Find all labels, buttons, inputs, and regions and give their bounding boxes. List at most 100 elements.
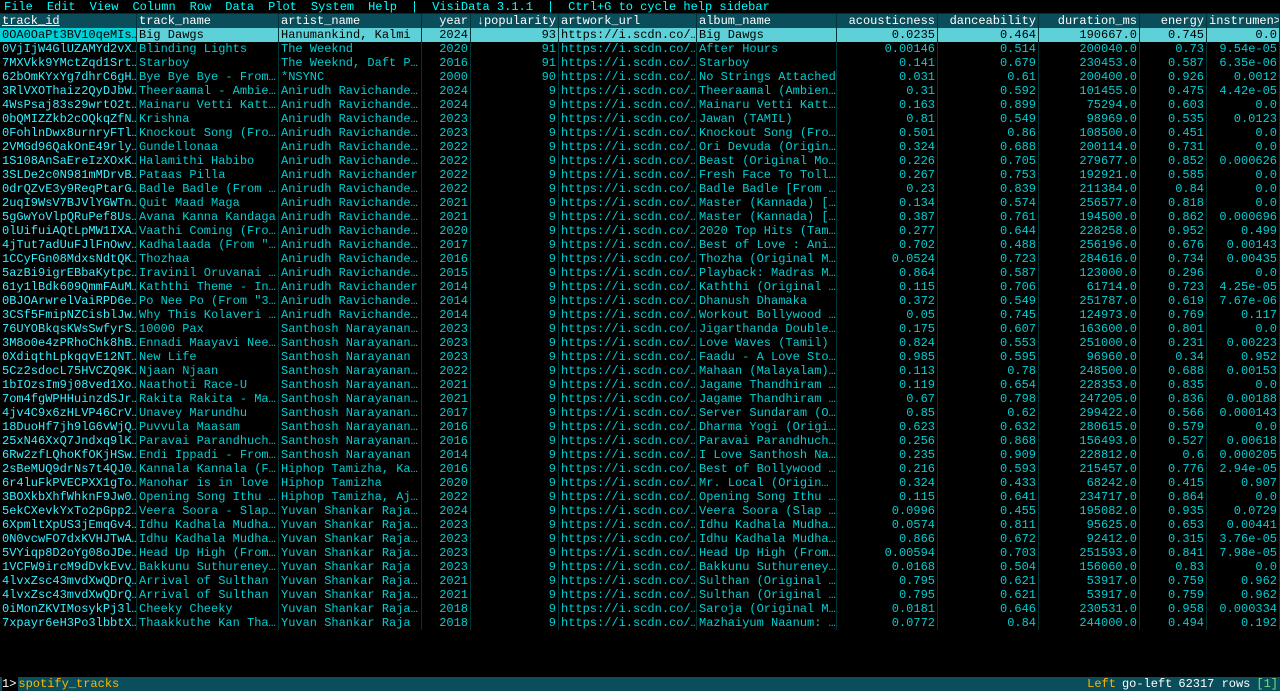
- cell: 2021: [422, 392, 471, 406]
- table-row[interactable]: 0OA0OaPt3BV10qeMIs…Big DawgsHanumankind,…: [0, 28, 1280, 42]
- cell: 2021: [422, 210, 471, 224]
- table-row[interactable]: 0bQMIZZkb2cOQkqZfN…KrishnaAnirudh Ravich…: [0, 112, 1280, 126]
- menu-bar[interactable]: FileEditViewColumnRowDataPlotSystemHelp|…: [0, 0, 1280, 14]
- cell: 0.141: [837, 56, 938, 70]
- cell: 90: [471, 70, 559, 84]
- cell: Dhanush Dhamaka: [697, 294, 837, 308]
- table-row[interactable]: 6r4luFkPVECPXX1gTo…Manohar is in loveHip…: [0, 476, 1280, 490]
- cell: 156060.0: [1039, 560, 1140, 574]
- command-line[interactable]: ​: [119, 677, 1087, 691]
- table-row[interactable]: 0lUifuiAQtLpMW1IXA…Vaathi Coming (Fro…An…: [0, 224, 1280, 238]
- table-row[interactable]: 5azBi9igrEBbaKytpc…Iravinil Oruvanai …An…: [0, 266, 1280, 280]
- cell: 195082.0: [1039, 504, 1140, 518]
- cell: Anirudh Ravichande…: [279, 266, 422, 280]
- table-row[interactable]: 1VCFW9ircM9dDvkEvv…Bakkunu Suthureney…Yu…: [0, 560, 1280, 574]
- table-row[interactable]: 76UYOBkqsKWsSwfyrS…10000 PaxSanthosh Nar…: [0, 322, 1280, 336]
- menu-plot[interactable]: Plot: [268, 0, 297, 13]
- menu-view[interactable]: View: [90, 0, 119, 13]
- table-row[interactable]: 5VYiqp8D2oYg08oJDe…Head Up High (From…Yu…: [0, 546, 1280, 560]
- cell: 0.475: [1140, 84, 1207, 98]
- menu-help[interactable]: Help: [368, 0, 397, 13]
- cell: 9: [471, 98, 559, 112]
- cell: 0.527: [1140, 434, 1207, 448]
- column-album-name[interactable]: album_name: [697, 14, 837, 28]
- table-row[interactable]: 3BOXkbXhfWhknF9Jw0…Opening Song Ithu …Hi…: [0, 490, 1280, 504]
- column-artist-name[interactable]: artist_name: [279, 14, 422, 28]
- table-row[interactable]: 3SLDe2c0N981mMDrvB…Pataas PillaAnirudh R…: [0, 168, 1280, 182]
- cell: 2014: [422, 294, 471, 308]
- menu-data[interactable]: Data: [225, 0, 254, 13]
- cell: https://i.scdn.co/…: [559, 364, 697, 378]
- table-row[interactable]: 4lvxZsc43mvdXwQDrQ…Arrival of SulthanYuv…: [0, 574, 1280, 588]
- menu-edit[interactable]: Edit: [47, 0, 76, 13]
- table-row[interactable]: 2uqI9WsV7BJVlYGWTn…Quit Maad MagaAnirudh…: [0, 196, 1280, 210]
- sel-count: [1]: [1256, 677, 1278, 691]
- table-row[interactable]: 18DuoHf7jh9lG6vWjQ…Puvvula MaasamSanthos…: [0, 420, 1280, 434]
- column-instrumen-[interactable]: instrumen>: [1207, 14, 1280, 28]
- menu-file[interactable]: File: [4, 0, 33, 13]
- table-row[interactable]: 3RlVXOThaiz2QyDJbW…Theeraamal - Ambie…An…: [0, 84, 1280, 98]
- cell: 95625.0: [1039, 518, 1140, 532]
- cell: Server Sundaram (O…: [697, 406, 837, 420]
- table-row[interactable]: 7xpayr6eH3Po3lbbtX…Thaakkuthe Kan Tha…Yu…: [0, 616, 1280, 630]
- table-row[interactable]: 2sBeMUQ9drNs7t4QJ0…Kannala Kannala (F…Hi…: [0, 462, 1280, 476]
- column-duration-ms[interactable]: duration_ms: [1039, 14, 1140, 28]
- table-row[interactable]: 7om4fgWPHHuinzdSJr…Rakita Rakita - Ma…Sa…: [0, 392, 1280, 406]
- table-row[interactable]: 5Cz2sdocL75HVCZQ9K…Njaan NjaanSanthosh N…: [0, 364, 1280, 378]
- cell: 68242.0: [1039, 476, 1140, 490]
- table-row[interactable]: 3M8o0e4zPRhoChk8hB…Ennadi Maayavi Nee…Sa…: [0, 336, 1280, 350]
- table-row[interactable]: 4jv4C9x6zHLVP46CrV…Unavey MarundhuSantho…: [0, 406, 1280, 420]
- table-row[interactable]: 61y1lBdk609QmmFAuM…Kaththi Theme - In…An…: [0, 280, 1280, 294]
- table-row[interactable]: 0N0vcwFO7dxKVHJTwA…Idhu Kadhala Mudha…Yu…: [0, 532, 1280, 546]
- table-row[interactable]: 5gGwYoVlpQRuPef8Us…Avana Kanna KandagaAn…: [0, 210, 1280, 224]
- cell: 2021: [422, 196, 471, 210]
- table-row[interactable]: 1S108AnSaEreIzXOxK…Halamithi HabiboAniru…: [0, 154, 1280, 168]
- table-row[interactable]: 25xN46XxQ7Jndxq9lK…Paravai Parandhuch…Sa…: [0, 434, 1280, 448]
- table-row[interactable]: 4lvxZsc43mvdXwQDrQ…Arrival of SulthanYuv…: [0, 588, 1280, 602]
- table-row[interactable]: 7MXVkk9YMctZqd1Srt…StarboyThe Weeknd, Da…: [0, 56, 1280, 70]
- cell: Anirudh Ravichande…: [279, 238, 422, 252]
- table-row[interactable]: 6Rw2zfLQhoKfOKjHSw…Endi Ippadi - From…Sa…: [0, 448, 1280, 462]
- column-acousticness[interactable]: acousticness: [837, 14, 938, 28]
- table-row[interactable]: 6XpmltXpUS3jEmqGv4…Idhu Kadhala Mudha…Yu…: [0, 518, 1280, 532]
- column--popularity[interactable]: ↓popularity: [471, 14, 559, 28]
- cell: 2021: [422, 588, 471, 602]
- table-row[interactable]: 4jTut7adUuFJlFnOwv…Kadhalaada (From "…An…: [0, 238, 1280, 252]
- table-row[interactable]: 3CSf5FmipNZCisblJw…Why This Kolaveri …An…: [0, 308, 1280, 322]
- cell: 0.585: [1140, 168, 1207, 182]
- table-row[interactable]: 2VMGd96QakOnE49rly…GundellonaaAnirudh Ra…: [0, 140, 1280, 154]
- cell: I Love Santhosh Na…: [697, 448, 837, 462]
- table-row[interactable]: 0drQZvE3y9ReqPtarG…Badle Badle (From …An…: [0, 182, 1280, 196]
- cell: 9: [471, 322, 559, 336]
- cell: 9.54e-05: [1207, 42, 1280, 56]
- hint-cmd: go-left: [1122, 677, 1172, 691]
- cell: Anirudh Ravichande…: [279, 84, 422, 98]
- table-row[interactable]: 0VjIjW4GlUZAMYd2vX…Blinding LightsThe We…: [0, 42, 1280, 56]
- column-track-id[interactable]: track_id: [0, 14, 137, 28]
- table-rows[interactable]: 0OA0OaPt3BV10qeMIs…Big DawgsHanumankind,…: [0, 28, 1280, 630]
- cell: Hanumankind, Kalmi: [279, 28, 422, 42]
- menu-system[interactable]: System: [311, 0, 354, 13]
- column-year[interactable]: year: [422, 14, 471, 28]
- table-row[interactable]: 0XdiqthLpkqqvE12NT…New LifeSanthosh Nara…: [0, 350, 1280, 364]
- table-row[interactable]: 1bIOzsIm9j08ved1Xo…Naathoti Race-USantho…: [0, 378, 1280, 392]
- menu-column[interactable]: Column: [132, 0, 175, 13]
- column-track-name[interactable]: track_name: [137, 14, 279, 28]
- cell: 9: [471, 546, 559, 560]
- table-row[interactable]: 0BJOArwrelVaiRPD6e…Po Nee Po (From "3…An…: [0, 294, 1280, 308]
- table-row[interactable]: 0iMonZKVIMosykPj3l…Cheeky CheekyYuvan Sh…: [0, 602, 1280, 616]
- cell: 0.706: [938, 280, 1039, 294]
- cell: 0.000143: [1207, 406, 1280, 420]
- table-row[interactable]: 1CCyFGn08MdxsNdtQK…ThozhaaAnirudh Ravich…: [0, 252, 1280, 266]
- column-energy[interactable]: energy: [1140, 14, 1207, 28]
- table-row[interactable]: 4WsPsaj83s29wrtO2t…Mainaru Vetti Katt…An…: [0, 98, 1280, 112]
- menu-row[interactable]: Row: [190, 0, 212, 13]
- table-row[interactable]: 5ekCXevkYxTo2pGpp2…Veera Soora - Slap…Yu…: [0, 504, 1280, 518]
- table-row[interactable]: 0FohlnDwx8urnryFTl…Knockout Song (Fro…An…: [0, 126, 1280, 140]
- column-danceability[interactable]: danceability: [938, 14, 1039, 28]
- cell: Manohar is in love: [137, 476, 279, 490]
- table-row[interactable]: 62bOmKYxYg7dhrC6gH…Bye Bye Bye - From…*N…: [0, 70, 1280, 84]
- cell: Opening Song Ithu …: [137, 490, 279, 504]
- column-artwork-url[interactable]: artwork_url: [559, 14, 697, 28]
- cell: Anirudh Ravichander: [279, 168, 422, 182]
